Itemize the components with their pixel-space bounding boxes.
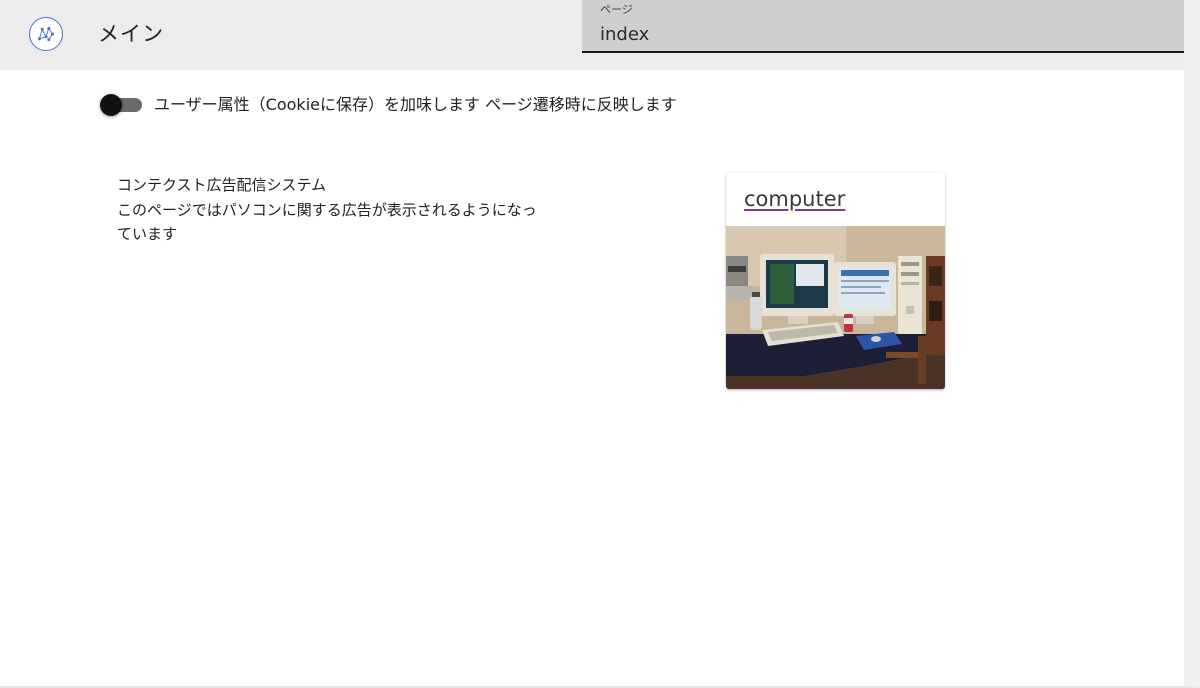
user-attribute-toggle-label: ユーザー属性（Cookieに保存）を加味します ページ遷移時に反映します (154, 95, 677, 114)
network-graph-icon[interactable] (29, 17, 63, 51)
page-field-label: ページ (600, 3, 633, 16)
ad-card[interactable]: computer (726, 173, 945, 389)
description-line: ています (117, 225, 178, 243)
ad-link[interactable]: computer (744, 185, 845, 213)
user-attribute-toggle[interactable] (100, 93, 144, 117)
user-attribute-option: ユーザー属性（Cookieに保存）を加味します ページ遷移時に反映します (100, 93, 677, 117)
page-title: メイン (98, 22, 164, 46)
page-input[interactable] (600, 21, 1160, 47)
app-bar: メイン ページ (0, 0, 1184, 70)
page: メイン ページ ユーザー属性（Cookieに保存）を加味します ページ遷移時に反… (0, 0, 1200, 688)
computer-desk-photo[interactable] (726, 226, 945, 389)
description-heading: コンテクスト広告配信システム (117, 176, 327, 194)
toggle-thumb (100, 94, 122, 116)
description: コンテクスト広告配信システム このページではパソコンに関する広告が表示されるよう… (117, 173, 587, 247)
page-select-field[interactable]: ページ (582, 0, 1184, 53)
description-line: このページではパソコンに関する広告が表示されるようになっ (117, 200, 537, 219)
